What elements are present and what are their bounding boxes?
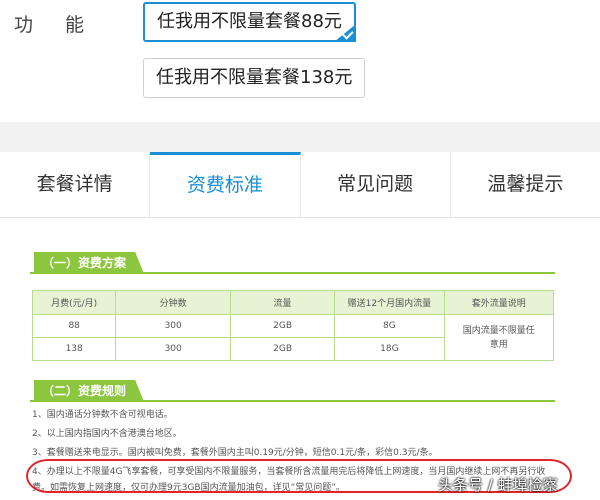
header-overflow: 套外流量说明: [443, 290, 555, 315]
plan-option-138[interactable]: 任我用不限量套餐138元: [143, 58, 366, 98]
cell-minutes: 300: [115, 337, 231, 361]
fee-table: 月费(元/月) 分钟数 流量 赠送12个月国内流量 套外流量说明 88 300 …: [31, 290, 555, 361]
cell-data: 2GB: [229, 337, 336, 361]
selected-check-icon: [333, 24, 356, 42]
header-bonus-data: 赠送12个月国内流量: [334, 290, 445, 315]
cell-fee: 88: [31, 314, 117, 338]
plan-option-138-label: 任我用不限量套餐138元: [156, 67, 353, 88]
tab-plan-details[interactable]: 套餐详情: [0, 152, 151, 217]
section-separator: [0, 122, 600, 152]
function-label: 功能: [14, 14, 117, 36]
section-fee-plan-header: （一）资费方案: [30, 252, 555, 274]
cell-bonus: 18G: [334, 337, 445, 361]
header-minutes: 分钟数: [115, 290, 231, 315]
cell-minutes: 300: [115, 314, 231, 338]
plan-option-88-label: 任我用不限量套餐88元: [157, 11, 342, 32]
section-fee-rules-header: （二）资费规则: [30, 380, 555, 402]
rule-item: 1、国内通话分钟数不含可视电话。: [32, 410, 173, 420]
section-title: （二）资费规则: [34, 380, 145, 402]
section-title: （一）资费方案: [34, 252, 145, 274]
rule-item: 3、套餐赠送来电显示。国内被叫免费，套餐外国内主叫0.19元/分钟，短信0.1元…: [32, 448, 438, 458]
tab-faq[interactable]: 常见问题: [301, 152, 451, 217]
detail-tabs: 套餐详情 资费标准 常见问题 温馨提示: [0, 152, 600, 218]
cell-overflow-note: 国内流量不限量任意用: [443, 314, 555, 361]
tab-tips[interactable]: 温馨提示: [451, 152, 600, 217]
table-header-row: 月费(元/月) 分钟数 流量 赠送12个月国内流量 套外流量说明: [31, 290, 555, 315]
cell-fee: 138: [31, 337, 117, 361]
header-monthly-fee: 月费(元/月): [31, 290, 117, 315]
plan-option-88[interactable]: 任我用不限量套餐88元: [143, 2, 356, 42]
table-row: 88 300 2GB 8G 国内流量不限量任意用: [31, 314, 555, 361]
cell-data: 2GB: [229, 314, 336, 338]
cell-bonus: 8G: [334, 314, 445, 338]
watermark: 头条号 / 蚌埠检察: [438, 476, 558, 494]
header-data: 流量: [229, 290, 336, 315]
rule-item: 2、以上国内指国内不含港澳台地区。: [32, 429, 182, 439]
tab-fee-standard[interactable]: 资费标准: [150, 152, 301, 217]
